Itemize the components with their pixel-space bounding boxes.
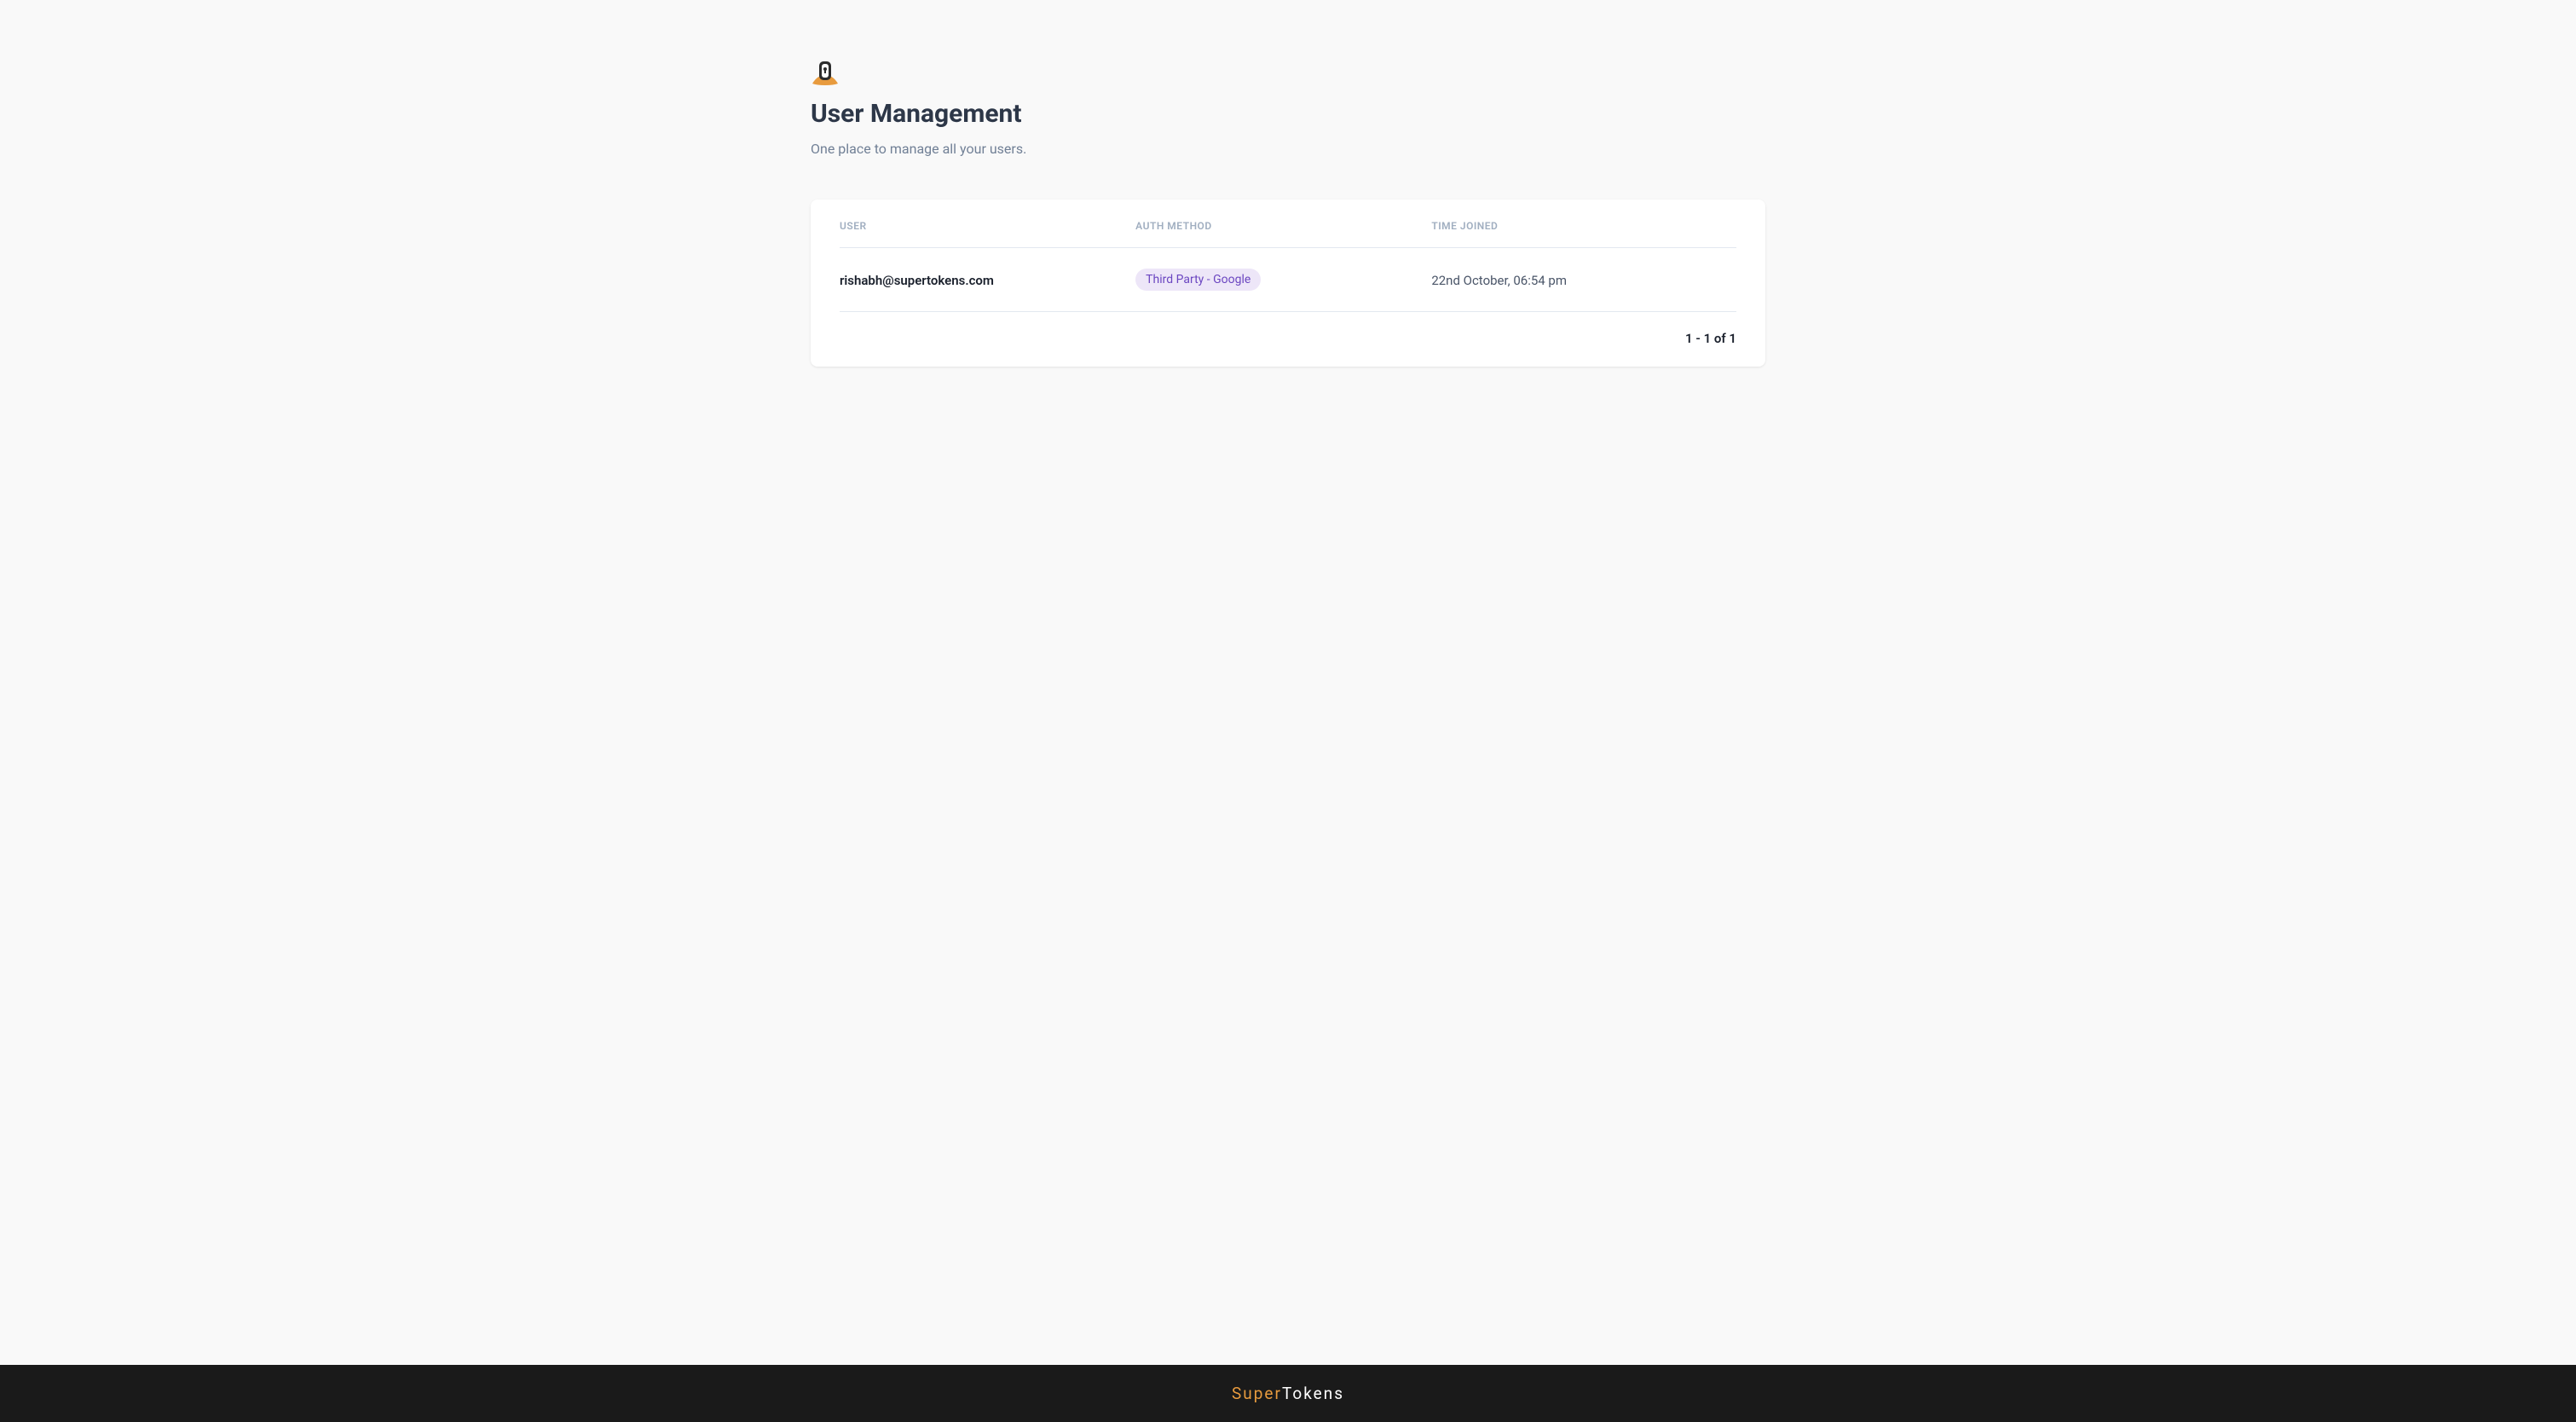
time-joined-value: 22nd October, 06:54 pm <box>1431 273 1567 288</box>
auth-method-cell: Third Party - Google <box>1135 269 1431 291</box>
user-cell: rishabh@supertokens.com <box>840 272 1135 288</box>
column-header-time-joined: TIME JOINED <box>1431 220 1736 232</box>
supertokens-logo-icon <box>811 60 840 85</box>
users-table: USER AUTH METHOD TIME JOINED rishabh@sup… <box>840 220 1736 346</box>
column-header-user: USER <box>840 220 1135 232</box>
footer: SuperTokens <box>0 1365 2576 1422</box>
table-row[interactable]: rishabh@supertokens.com Third Party - Go… <box>840 248 1736 312</box>
page-title: User Management <box>811 99 1765 129</box>
auth-method-badge: Third Party - Google <box>1135 269 1261 291</box>
footer-logo-part1: Super <box>1232 1384 1282 1403</box>
pagination: 1 - 1 of 1 <box>840 312 1736 346</box>
footer-logo: SuperTokens <box>0 1384 2576 1403</box>
header-section: User Management One place to manage all … <box>811 60 1765 157</box>
table-header: USER AUTH METHOD TIME JOINED <box>840 220 1736 248</box>
column-header-auth-method: AUTH METHOD <box>1135 220 1431 232</box>
footer-logo-part2: Tokens <box>1282 1384 1344 1403</box>
user-email: rishabh@supertokens.com <box>840 273 994 288</box>
time-joined-cell: 22nd October, 06:54 pm <box>1431 272 1736 288</box>
main-content: User Management One place to manage all … <box>777 0 1799 1365</box>
users-card: USER AUTH METHOD TIME JOINED rishabh@sup… <box>811 199 1765 367</box>
pagination-text: 1 - 1 of 1 <box>1685 331 1736 346</box>
page-subtitle: One place to manage all your users. <box>811 141 1765 157</box>
